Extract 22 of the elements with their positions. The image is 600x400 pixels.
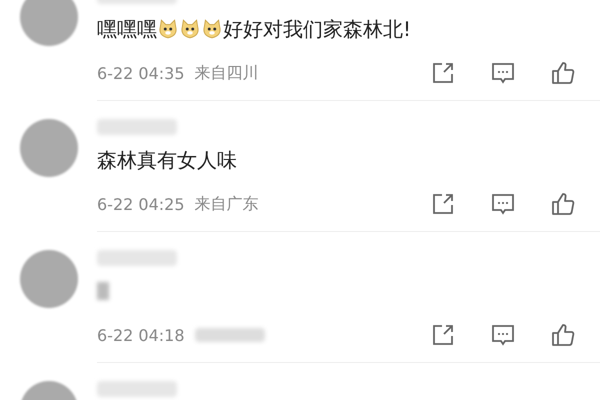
blurred-comment: [97, 282, 109, 300]
thumbs-up-icon[interactable]: [551, 61, 575, 85]
share-icon[interactable]: [431, 323, 455, 347]
thumbs-up-icon[interactable]: [551, 192, 575, 216]
thumbs-up-icon[interactable]: [551, 323, 575, 347]
comment-text: 嘿嘿嘿: [97, 16, 157, 42]
comment-icon[interactable]: [491, 192, 515, 216]
comment-location: 来自广东: [194, 194, 259, 214]
dog-face-icon: [179, 18, 201, 40]
dog-face-icon: [201, 18, 223, 40]
comment-text: 森林真有女人味: [97, 146, 237, 174]
share-icon[interactable]: [431, 192, 455, 216]
comment-location: 来自四川: [194, 62, 259, 84]
blurred-location: [194, 328, 265, 342]
comment-time: 6-22 04:18: [97, 326, 185, 344]
comment-time: 6-22 04:25: [97, 194, 185, 214]
comment-icon[interactable]: [491, 323, 515, 347]
dog-face-icon: [157, 18, 179, 40]
share-icon[interactable]: [431, 61, 455, 85]
comment-icon[interactable]: [491, 61, 515, 85]
comment-text: 好好对我们家森林北!: [223, 16, 412, 42]
comment-time: 6-22 04:35: [97, 64, 185, 82]
